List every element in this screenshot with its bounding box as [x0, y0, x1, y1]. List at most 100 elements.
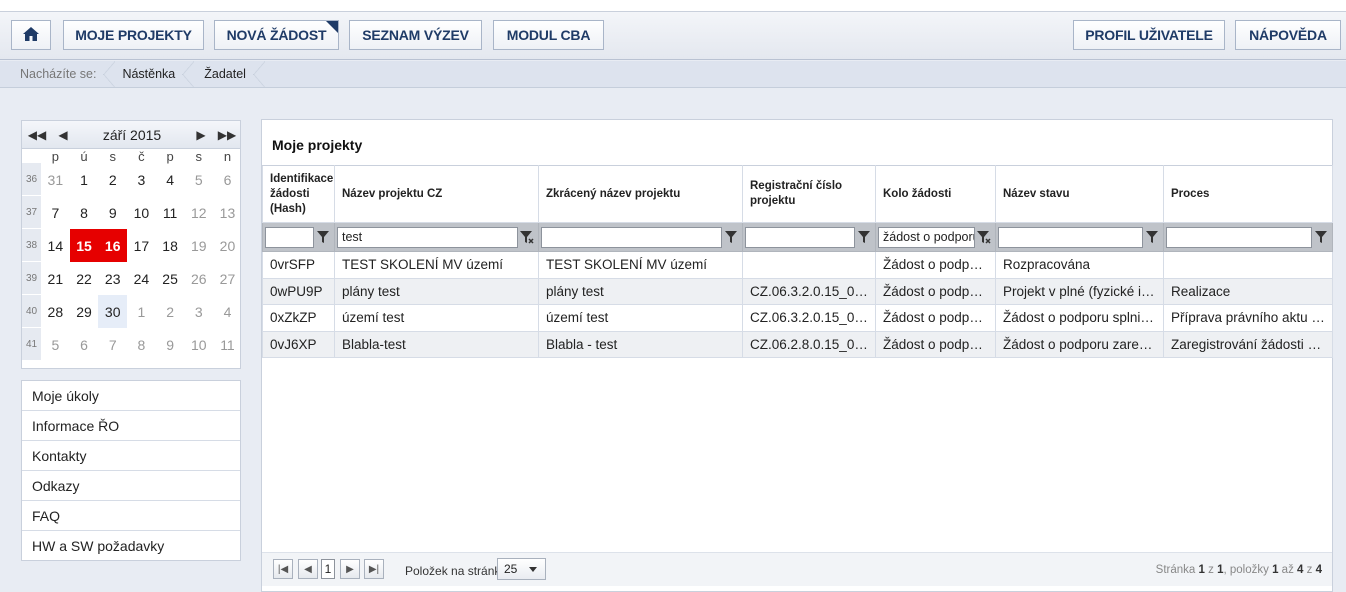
last-page-button[interactable]: ▶| — [364, 559, 384, 579]
calendar-day[interactable]: 1 — [127, 295, 156, 328]
calendar-day[interactable]: 14 — [41, 229, 70, 262]
table-row[interactable]: 0vrSFP TEST SKOLENÍ MV území TEST SKOLEN… — [262, 251, 1333, 279]
filter-icon[interactable] — [1143, 227, 1161, 248]
menu-item-faq[interactable]: FAQ — [22, 501, 240, 531]
calendar-day[interactable]: 4 — [213, 295, 242, 328]
column-header[interactable]: Zkrácený název projektu — [538, 165, 743, 223]
filter-input[interactable] — [745, 226, 855, 248]
prev-year-button[interactable]: ◀◀ — [24, 125, 50, 145]
calendar-day[interactable]: 20 — [213, 229, 242, 262]
filter-row: test žádost o podporu — [262, 222, 1333, 252]
breadcrumb-item-nastenka[interactable]: Nástěnka — [109, 60, 195, 88]
filter-input[interactable] — [998, 226, 1143, 248]
menu-item-moje-ukoly[interactable]: Moje úkoly — [22, 381, 240, 411]
calendar-day[interactable]: 10 — [127, 196, 156, 229]
first-page-button[interactable]: |◀ — [273, 559, 293, 579]
calendar-day-selected[interactable]: 16 — [98, 229, 128, 262]
pager: |◀ ◀ 1 ▶ ▶| Položek na stránku 25 Stránk… — [262, 552, 1332, 586]
next-page-button[interactable]: ▶ — [340, 559, 360, 579]
calendar-day[interactable]: 3 — [184, 295, 213, 328]
calendar-day[interactable]: 6 — [213, 163, 242, 196]
projects-table: Identifikace žádosti (Hash) Název projek… — [262, 165, 1333, 358]
calendar-day[interactable]: 3 — [127, 163, 156, 196]
calendar-day[interactable]: 11 — [213, 328, 242, 361]
nav-napoveda-button[interactable]: NÁPOVĚDA — [1235, 20, 1341, 50]
filter-input[interactable] — [1166, 226, 1312, 248]
prev-page-button[interactable]: ◀ — [298, 559, 318, 579]
breadcrumb-item-zadatel[interactable]: Žadatel — [188, 60, 265, 88]
calendar-day[interactable]: 4 — [156, 163, 185, 196]
calendar-day-today[interactable]: 30 — [98, 295, 128, 328]
menu-item-kontakty[interactable]: Kontakty — [22, 441, 240, 471]
table-row[interactable]: 0xZkZP území test území test CZ.06.3.2.0… — [262, 304, 1333, 332]
calendar-day[interactable]: 22 — [70, 262, 99, 295]
table-row[interactable]: 0wPU9P plány test plány test CZ.06.3.2.0… — [262, 277, 1333, 305]
breadcrumb-label: Nacházíte se: — [0, 60, 116, 88]
filter-icon[interactable] — [722, 227, 740, 248]
per-page-select[interactable]: 25 — [497, 558, 546, 580]
menu-item-informace-ro[interactable]: Informace ŘO — [22, 411, 240, 441]
calendar-day[interactable]: 9 — [156, 328, 185, 361]
nav-nova-zadost-button[interactable]: NOVÁ ŽÁDOST — [214, 20, 339, 50]
next-month-button[interactable]: ▶ — [188, 125, 214, 145]
calendar-day[interactable]: 28 — [41, 295, 70, 328]
filter-icon[interactable] — [855, 227, 873, 248]
calendar-day[interactable]: 31 — [41, 163, 70, 196]
calendar-day[interactable]: 17 — [127, 229, 156, 262]
nav-modul-cba-button[interactable]: MODUL CBA — [493, 20, 604, 50]
calendar-day[interactable]: 5 — [41, 328, 70, 361]
filter-icon[interactable] — [1312, 227, 1330, 248]
table-row[interactable]: 0vJ6XP Blabla-test Blabla - test CZ.06.2… — [262, 330, 1333, 358]
current-page-input[interactable]: 1 — [321, 559, 335, 579]
calendar-day[interactable]: 25 — [156, 262, 185, 295]
column-header[interactable]: Proces — [1163, 165, 1333, 223]
calendar-day[interactable]: 2 — [156, 295, 185, 328]
column-header[interactable]: Kolo žádosti — [875, 165, 996, 223]
nav-profil-button[interactable]: PROFIL UŽIVATELE — [1073, 20, 1225, 50]
filter-input[interactable] — [265, 226, 314, 248]
filter-active-icon[interactable] — [975, 227, 993, 248]
filter-active-icon[interactable] — [518, 227, 536, 248]
column-header[interactable]: Název stavu — [995, 165, 1164, 223]
calendar-day[interactable]: 8 — [70, 196, 99, 229]
calendar-day[interactable]: 24 — [127, 262, 156, 295]
nav-moje-projekty-button[interactable]: MOJE PROJEKTY — [63, 20, 204, 50]
table-cell: CZ.06.2.8.0.15_003... — [742, 330, 876, 358]
filter-input[interactable]: test — [337, 226, 518, 248]
calendar-day[interactable]: 29 — [70, 295, 99, 328]
calendar-day[interactable]: 9 — [98, 196, 127, 229]
calendar-day[interactable]: 8 — [127, 328, 156, 361]
calendar-day[interactable]: 7 — [41, 196, 70, 229]
calendar-day[interactable]: 10 — [184, 328, 213, 361]
next-year-button[interactable]: ▶▶ — [214, 125, 240, 145]
filter-input[interactable] — [541, 226, 722, 248]
calendar-day[interactable]: 21 — [41, 262, 70, 295]
column-header[interactable]: Název projektu CZ — [334, 165, 539, 223]
calendar-day[interactable]: 27 — [213, 262, 242, 295]
home-button[interactable] — [11, 20, 51, 50]
calendar-day-selected[interactable]: 15 — [69, 229, 99, 262]
filter-input[interactable]: žádost o podporu — [878, 226, 975, 248]
nav-seznam-vyzev-button[interactable]: SEZNAM VÝZEV — [349, 20, 482, 50]
column-header[interactable]: Identifikace žádosti (Hash) — [262, 165, 335, 223]
calendar-day[interactable]: 6 — [70, 328, 99, 361]
calendar-day[interactable]: 23 — [98, 262, 127, 295]
calendar-day[interactable]: 2 — [98, 163, 127, 196]
calendar-day[interactable]: 5 — [184, 163, 213, 196]
calendar-day[interactable]: 7 — [98, 328, 127, 361]
calendar-day[interactable]: 13 — [213, 196, 242, 229]
calendar-day[interactable]: 1 — [70, 163, 99, 196]
menu-item-hw-sw[interactable]: HW a SW požadavky — [22, 531, 240, 561]
calendar-day[interactable]: 11 — [156, 196, 185, 229]
calendar-day[interactable]: 26 — [184, 262, 213, 295]
filter-icon[interactable] — [314, 227, 332, 248]
calendar-day[interactable]: 12 — [184, 196, 213, 229]
calendar-day[interactable]: 18 — [156, 229, 185, 262]
prev-month-button[interactable]: ◀ — [50, 125, 76, 145]
pager-info-from: 1 — [1272, 564, 1279, 576]
menu-item-odkazy[interactable]: Odkazy — [22, 471, 240, 501]
table-cell: Žádost o podporu — [875, 330, 996, 358]
calendar-month[interactable]: září 2015 — [78, 121, 186, 149]
column-header[interactable]: Registrační číslo projektu — [742, 165, 876, 223]
calendar-day[interactable]: 19 — [184, 229, 213, 262]
